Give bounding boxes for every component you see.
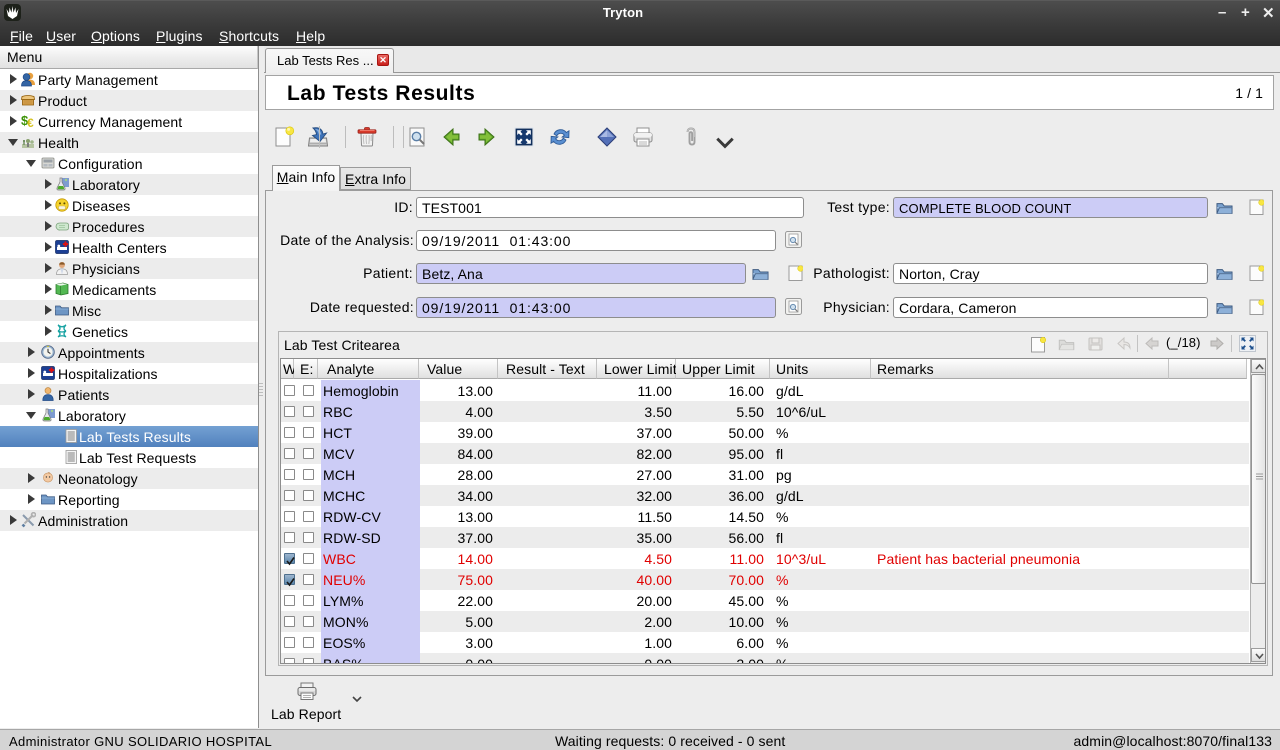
svg-text:€: € (27, 116, 34, 129)
